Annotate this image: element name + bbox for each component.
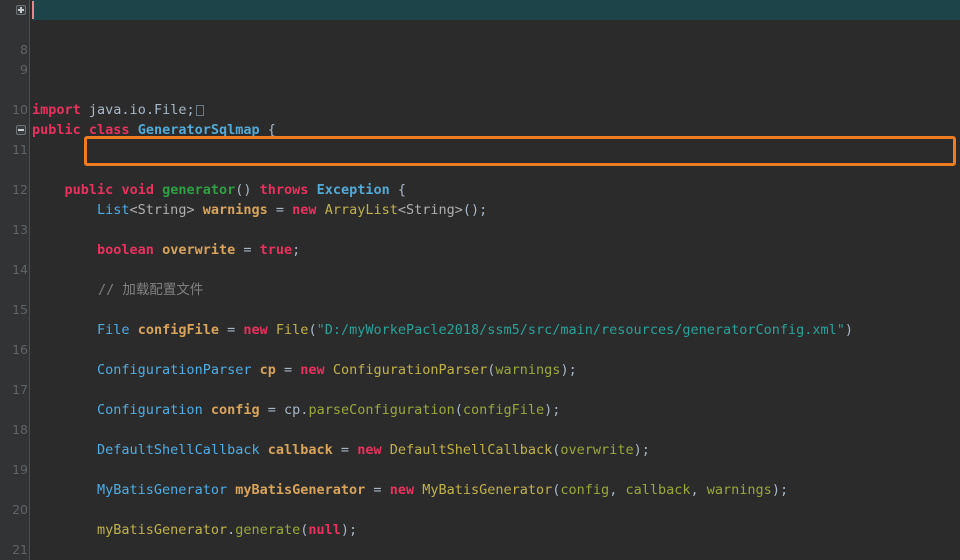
code-line-16[interactable]: 16 ConfigurationParser cp = new Configur…	[0, 320, 960, 378]
text-caret	[32, 1, 34, 19]
line-number: 10	[12, 102, 28, 117]
line-number: 13	[12, 222, 28, 237]
line-number: 20	[12, 502, 28, 517]
line-number: 9	[20, 62, 28, 77]
code-line-20[interactable]: 20 myBatisGenerator.generate(null);	[0, 480, 960, 538]
code-line-21[interactable]: 21 }	[0, 520, 960, 557]
code-line-17[interactable]: 17 Configuration config = cp.parseConfig…	[0, 360, 960, 418]
code-line-text: import java.io.File;	[32, 100, 204, 120]
code-line-11[interactable]: 11 public void generator() throws Except…	[0, 120, 960, 198]
code-line-10[interactable]: 10 public class GeneratorSqlmap {	[0, 80, 960, 138]
fold-expand-icon[interactable]	[16, 5, 26, 15]
line-number: 17	[12, 382, 28, 397]
code-line-9[interactable]: 9	[0, 40, 960, 77]
line-number: 11	[12, 142, 28, 157]
code-editor-pane[interactable]: 8 import java.io.File; 9 10 public class…	[0, 0, 960, 560]
line-number: 21	[12, 542, 28, 557]
code-line-12[interactable]: 12 List<String> warnings = new ArrayList…	[0, 160, 960, 218]
line-number: 12	[12, 182, 28, 197]
line-number: 14	[12, 262, 28, 277]
line-number: 16	[12, 342, 28, 357]
code-line-14[interactable]: 14 // 加载配置文件	[0, 240, 960, 298]
fold-collapse-icon[interactable]	[16, 125, 26, 135]
code-line-8[interactable]: 8 import java.io.File;	[0, 0, 960, 118]
current-line-highlight	[32, 0, 960, 20]
line-number: 18	[12, 422, 28, 437]
code-line-18[interactable]: 18 DefaultShellCallback callback = new D…	[0, 400, 960, 458]
code-line-text: public void generator() throws Exception…	[64, 182, 407, 198]
code-line-19[interactable]: 19 MyBatisGenerator myBatisGenerator = n…	[0, 440, 960, 498]
eol-marker-box	[195, 104, 204, 116]
code-line-13[interactable]: 13 boolean overwrite = true;	[0, 200, 960, 258]
line-number: 15	[12, 302, 28, 317]
code-lines-container[interactable]: 8 import java.io.File; 9 10 public class…	[0, 0, 960, 560]
code-line-15[interactable]: 15 File configFile = new File("D:/myWork…	[0, 280, 960, 338]
line-number: 19	[12, 462, 28, 477]
